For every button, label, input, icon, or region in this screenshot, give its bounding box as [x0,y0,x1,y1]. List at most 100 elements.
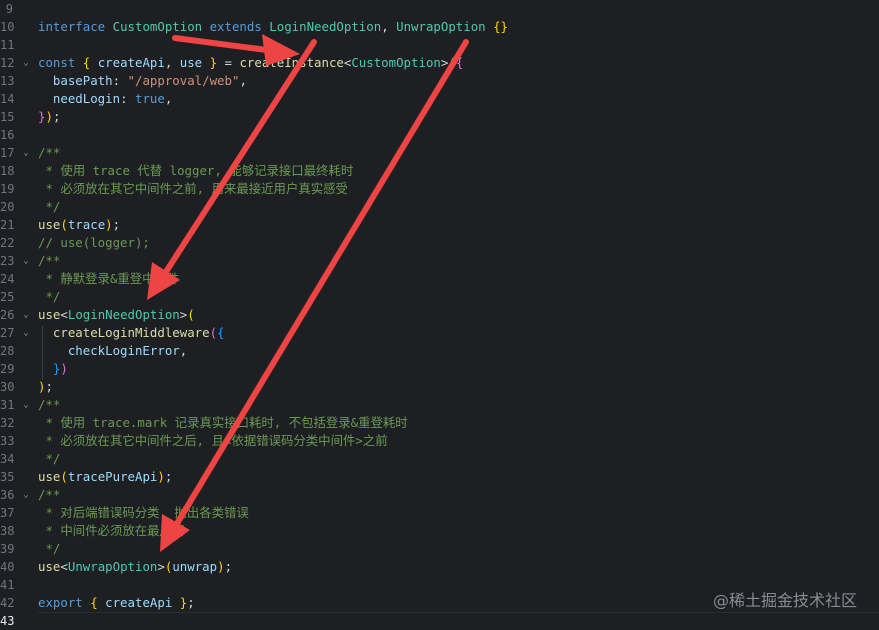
line-number: 35 [0,470,15,484]
fold-chevron-icon[interactable]: ⌄ [20,396,32,414]
line-number: 20 [0,200,15,214]
code-line[interactable]: 31 ⌄ /** [0,396,879,414]
code-line[interactable]: 17 ⌄ /** [0,144,879,162]
code-line[interactable]: 21 use(trace); [0,216,879,234]
code-text: /** [38,396,60,414]
code-line[interactable]: 19 * 必须放在其它中间件之前, 用来最接近用户真实感受 [0,180,879,198]
line-number: 28 [0,344,15,358]
line-number: 10 [0,20,15,34]
code-line[interactable]: 22 // use(logger); [0,234,879,252]
code-line[interactable]: 11 [0,36,879,54]
line-number: 22 [0,236,15,250]
code-token: ) [60,361,68,376]
code-line[interactable]: 28 checkLoginError, [0,342,879,360]
code-token: ( [187,307,195,322]
code-line[interactable]: 34 */ [0,450,879,468]
line-number: 34 [0,452,15,466]
fold-chevron-icon[interactable]: ⌄ [20,306,32,324]
code-token: */ [38,451,61,466]
code-text: use<UnwrapOption>(unwrap); [38,558,232,576]
code-line[interactable]: 26 ⌄ use<LoginNeedOption>( [0,306,879,324]
code-line[interactable]: 33 * 必须放在其它中间件之后, 且<依据错误码分类中间件>之前 [0,432,879,450]
line-number: 38 [0,524,15,538]
code-token: = [224,55,240,70]
code-token: /** [38,397,61,412]
code-line[interactable]: 29 }) [0,360,879,378]
code-text: * 必须放在其它中间件之后, 且<依据错误码分类中间件>之前 [38,432,387,450]
code-line[interactable]: 43 [0,612,879,630]
code-token: // use(logger); [38,235,150,250]
line-number: 30 [0,380,15,394]
code-line[interactable]: 38 * 中间件必须放在最后面 [0,522,879,540]
code-token: CustomOption [351,55,441,70]
fold-chevron-icon[interactable]: ⌄ [20,252,32,270]
code-token: */ [38,541,61,556]
fold-chevron-icon[interactable]: ⌄ [20,144,32,162]
code-text: use<LoginNeedOption>( [38,306,195,324]
code-line[interactable]: 10 interface CustomOption extends LoginNe… [0,18,879,36]
code-line[interactable]: 25 */ [0,288,879,306]
line-number: 42 [0,596,15,610]
code-token: > [157,559,165,574]
code-line[interactable]: 9 [0,0,879,18]
code-token: ; [224,559,233,574]
code-token: CustomOption [112,19,210,34]
code-token: use [38,307,61,322]
code-text: use(trace); [38,216,120,234]
fold-chevron-icon[interactable]: ⌄ [20,486,32,504]
code-line[interactable]: 39 */ [0,540,879,558]
code-line[interactable]: 12 ⌄ const { createApi, use } = createInst… [0,54,879,72]
code-text: * 必须放在其它中间件之前, 用来最接近用户真实感受 [38,180,347,198]
code-line[interactable]: 32 * 使用 trace.mark 记录真实接口耗时, 不包括登录&重登耗时 [0,414,879,432]
code-line[interactable]: 23 ⌄ /** [0,252,879,270]
code-text: */ [38,288,60,306]
code-token: , [164,91,173,106]
code-line[interactable]: 24 * 静默登录&重登中间件 [0,270,879,288]
code-line[interactable]: 14 needLogin: true, [0,90,879,108]
line-number: 43 [0,614,15,628]
code-line[interactable]: 18 * 使用 trace 代替 logger, 能够记录接口最终耗时 [0,162,879,180]
fold-chevron-icon[interactable]: ⌄ [20,54,32,72]
code-token: */ [38,199,61,214]
code-line[interactable]: 36 ⌄ /** [0,486,879,504]
code-token: "/approval/web" [127,73,240,88]
code-line[interactable]: 15}); [0,108,879,126]
code-line[interactable]: 20 */ [0,198,879,216]
fold-chevron-icon[interactable]: ⌄ [20,324,32,342]
line-number: 18 [0,164,15,178]
code-token: { [217,325,225,340]
code-line[interactable]: 35 use(tracePureApi); [0,468,879,486]
code-text: */ [38,198,60,216]
line-number: 24 [0,272,15,286]
code-token: , [164,55,180,70]
code-text: interface CustomOption extends LoginNeed… [38,18,508,36]
code-text: ); [38,378,53,396]
code-line[interactable]: 13 basePath: "/approval/web", [0,72,879,90]
line-number: 26 [0,308,15,322]
code-text: * 对后端错误码分类, 抛出各类错误 [38,504,248,522]
code-line[interactable]: 16 [0,126,879,144]
line-number: 23 [0,254,15,268]
code-token: ( [60,469,68,484]
code-token: createApi [105,595,180,610]
code-token: true [134,91,165,106]
code-line[interactable]: 27 ⌄ createLoginMiddleware({ [0,324,879,342]
line-number: 13 [0,74,15,88]
line-number: 17 [0,146,15,160]
code-token: * 中间件必须放在最后面 [38,523,185,538]
code-token: /** [38,145,61,160]
code-token: : [112,73,128,88]
code-text: */ [38,540,60,558]
code-token: ( [209,325,218,340]
code-line[interactable]: 37 * 对后端错误码分类, 抛出各类错误 [0,504,879,522]
code-token: /** [38,487,61,502]
code-token: createInstance [239,55,344,70]
code-line[interactable]: 30); [0,378,879,396]
line-number: 14 [0,92,15,106]
code-editor[interactable]: 9 10 interface CustomOption extends LoginN… [0,0,879,629]
code-token: use [38,559,61,574]
code-line[interactable]: 40 use<UnwrapOption>(unwrap); [0,558,879,576]
code-token: needLogin [38,91,121,106]
code-token: , [179,343,188,358]
code-token: LoginNeedOption [67,307,180,322]
